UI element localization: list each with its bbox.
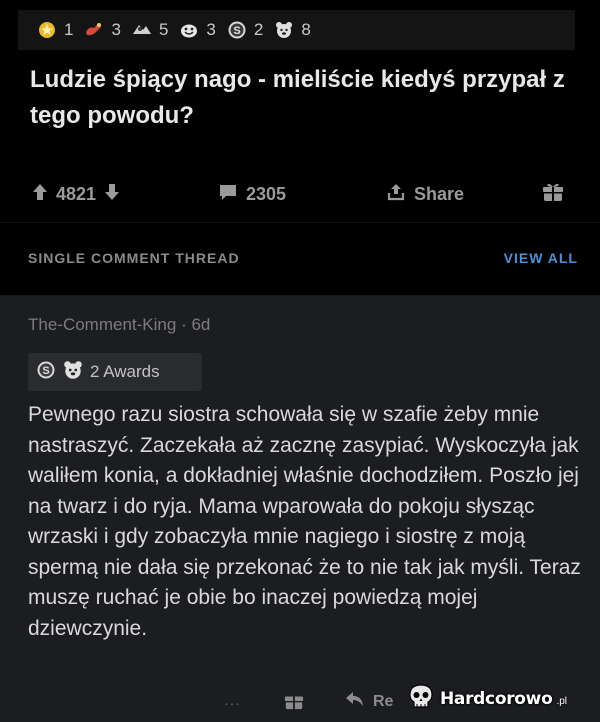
watermark-suffix: .pl [556, 696, 568, 707]
comment-author[interactable]: The-Comment-King [28, 315, 176, 334]
vote-control: 4821 [32, 165, 120, 223]
thread-header: SINGLE COMMENT THREAD [28, 250, 240, 266]
post-card: 1 3 5 3 S 2 8 Ludzie śpiący nago - mieli… [0, 0, 600, 295]
view-all-link[interactable]: VIEW ALL [504, 250, 578, 266]
site-watermark: Hardcorowo .pl [406, 682, 594, 716]
silver-s-icon: S [36, 360, 56, 385]
post-awards-bar[interactable]: 1 3 5 3 S 2 8 [18, 10, 575, 50]
award-count: 5 [158, 20, 169, 39]
award-bear[interactable]: 8 [273, 19, 311, 41]
award-gold[interactable]: 1 [36, 19, 73, 41]
award-laughing[interactable]: 3 [178, 19, 216, 41]
bear-icon [273, 19, 295, 41]
comment-card: The-Comment-King · 6d S 2 Awards Pewnego… [0, 295, 600, 722]
svg-text:S: S [42, 365, 49, 377]
helping-hand-icon [83, 19, 105, 41]
gold-medal-icon [36, 19, 58, 41]
awards-label: 2 Awards [90, 362, 160, 381]
downvote-arrow-icon[interactable] [104, 183, 120, 206]
share-icon [386, 182, 406, 207]
vote-count: 4821 [56, 183, 97, 204]
award-silver[interactable]: S 2 [226, 19, 263, 41]
comments-button[interactable]: 2305 [218, 165, 286, 223]
post-action-bar: 4821 2305 Share [0, 165, 600, 223]
award-helping-hand[interactable]: 3 [83, 19, 121, 41]
comment-bubble-icon [218, 183, 238, 206]
award-count: 3 [111, 20, 121, 39]
more-options-button[interactable]: ··· [224, 695, 241, 711]
reply-arrow-icon [345, 691, 365, 712]
gift-icon [542, 181, 564, 208]
watermark-text: Hardcorowo [440, 689, 553, 709]
comment-age: 6d [191, 315, 211, 334]
comment-meta: The-Comment-King · 6d [28, 315, 210, 335]
svg-text:S: S [233, 25, 240, 37]
laughing-face-icon [178, 19, 200, 41]
gift-icon[interactable] [284, 691, 304, 716]
comment-awards-badge[interactable]: S 2 Awards [28, 353, 202, 391]
reply-label: Re [373, 692, 394, 710]
post-title[interactable]: Ludzie śpiący nago - mieliście kiedyś pr… [30, 62, 570, 134]
award-button[interactable] [542, 165, 564, 223]
comments-count: 2305 [246, 183, 287, 204]
share-label: Share [414, 183, 465, 204]
award-count: 3 [206, 20, 216, 39]
award-count: 1 [64, 20, 74, 39]
reply-button[interactable]: Re [345, 691, 393, 712]
divider [0, 222, 600, 223]
award-count: 2 [253, 20, 264, 39]
upvote-arrow-icon[interactable] [32, 183, 48, 206]
comment-body: Pewnego razu siostra schowała się w szaf… [28, 403, 581, 640]
bear-icon [62, 359, 84, 386]
meta-separator: · [181, 315, 187, 334]
silver-s-icon: S [226, 19, 248, 41]
award-wholesome[interactable]: 5 [131, 19, 168, 41]
share-button[interactable]: Share [386, 165, 464, 223]
skull-logo-icon [406, 682, 436, 717]
wholesome-icon [131, 19, 153, 41]
award-count: 8 [301, 20, 311, 39]
